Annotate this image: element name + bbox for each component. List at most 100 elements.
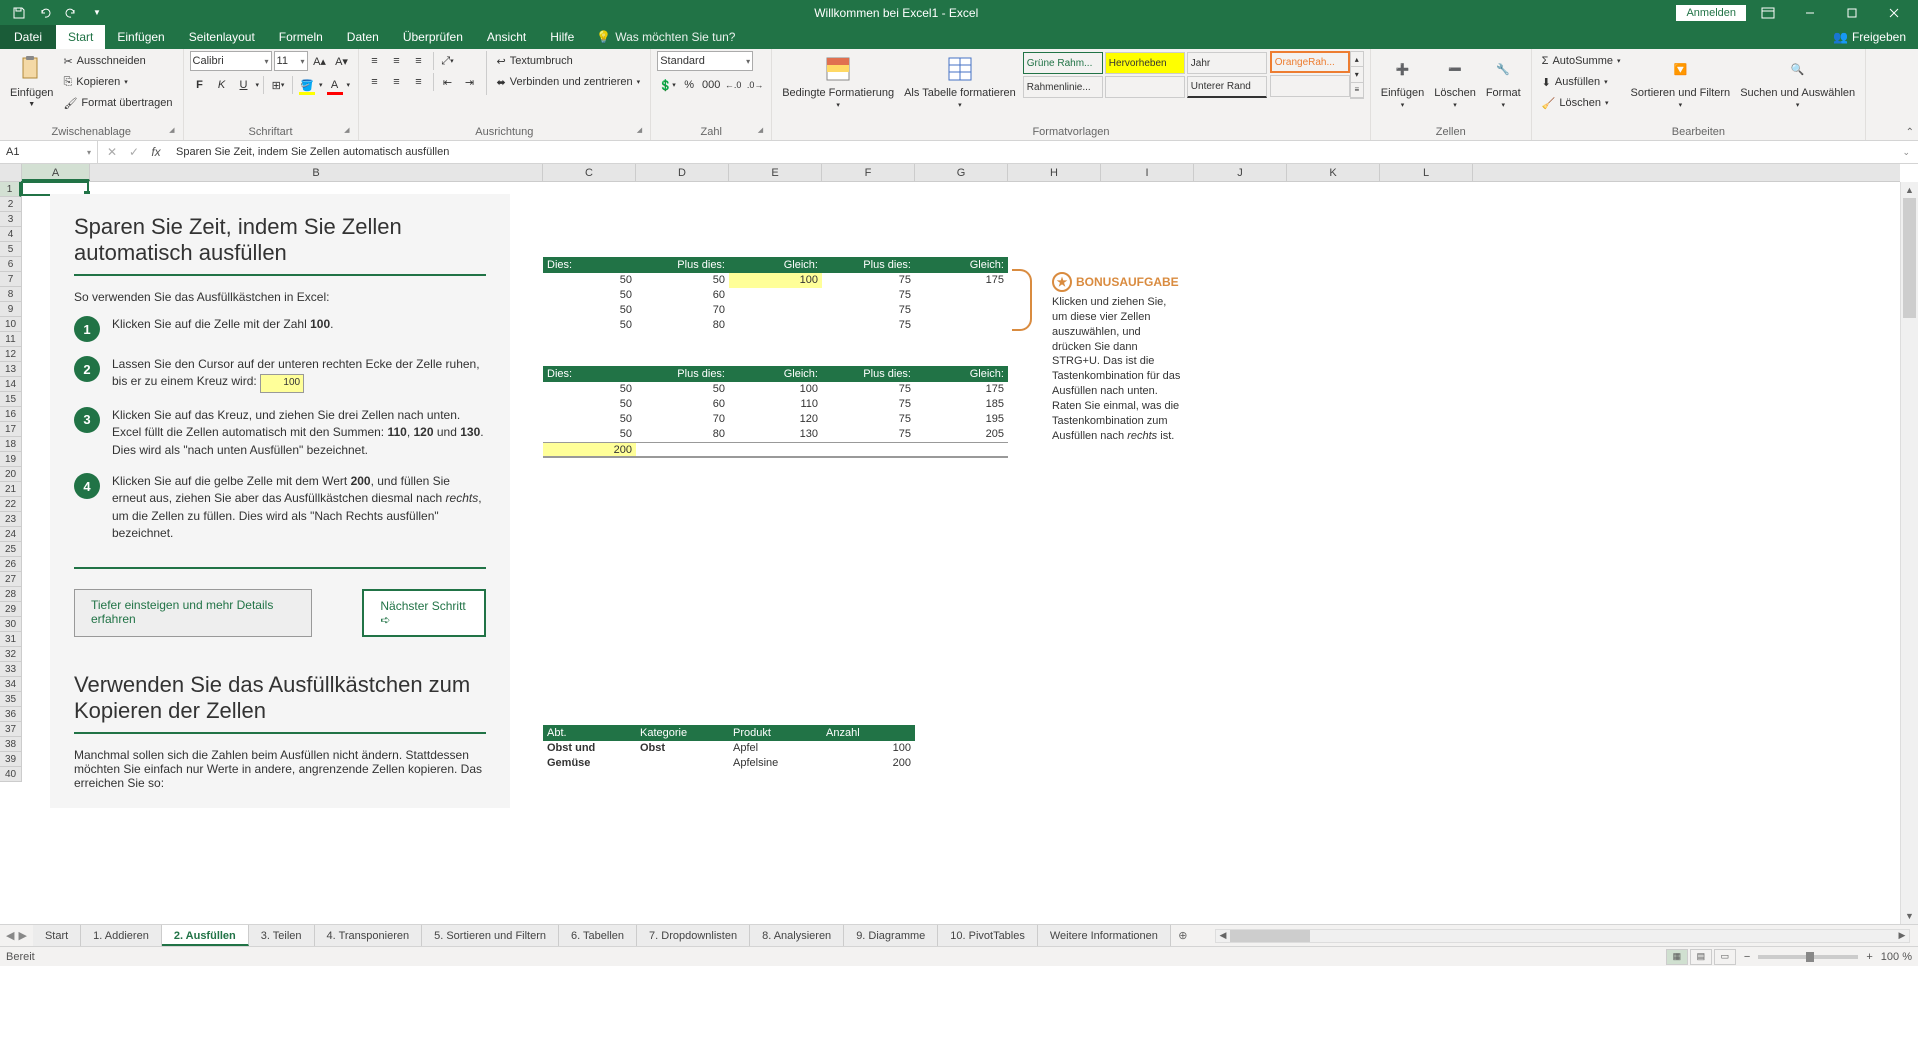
maximize-icon[interactable] (1832, 0, 1872, 25)
align-right-button[interactable]: ≡ (409, 72, 429, 92)
row-header[interactable]: 23 (0, 512, 21, 527)
orientation-button[interactable]: ⤢▾ (438, 51, 458, 71)
zoom-slider[interactable] (1758, 955, 1858, 959)
sheet-tab[interactable]: 1. Addieren (81, 925, 162, 946)
share-button[interactable]: 👥 Freigeben (1821, 30, 1918, 44)
tab-view[interactable]: Ansicht (475, 25, 538, 49)
save-icon[interactable] (8, 2, 30, 24)
zoom-level[interactable]: 100 % (1881, 951, 1912, 963)
fx-icon[interactable]: fx (146, 145, 166, 159)
merge-center-button[interactable]: ⬌Verbinden und zentrieren▾ (493, 72, 645, 92)
tab-review[interactable]: Überprüfen (391, 25, 475, 49)
row-header[interactable]: 38 (0, 737, 21, 752)
col-header[interactable]: A (22, 164, 90, 181)
ribbon-display-icon[interactable] (1748, 0, 1788, 25)
row-header[interactable]: 3 (0, 212, 21, 227)
normal-view-button[interactable]: ▦ (1666, 949, 1688, 965)
fill-button[interactable]: ⬇Ausfüllen▾ (1538, 72, 1625, 92)
sheet-tab[interactable]: 4. Transponieren (315, 925, 423, 946)
wrap-text-button[interactable]: ↩Textumbruch (493, 51, 645, 71)
row-header[interactable]: 5 (0, 242, 21, 257)
dive-deeper-button[interactable]: Tiefer einsteigen und mehr Details erfah… (74, 589, 312, 637)
clear-button[interactable]: 🧹Löschen▾ (1538, 93, 1625, 113)
sheet-tab[interactable]: 5. Sortieren und Filtern (422, 925, 559, 946)
tab-formulas[interactable]: Formeln (267, 25, 335, 49)
conditional-formatting-button[interactable]: Bedingte Formatierung▾ (778, 51, 898, 111)
name-box[interactable]: A1▾ (0, 141, 98, 163)
sheet-tab[interactable]: 2. Ausfüllen (162, 925, 249, 946)
page-break-view-button[interactable]: ▭ (1714, 949, 1736, 965)
align-top-button[interactable]: ≡ (365, 51, 385, 71)
sheet-tab[interactable]: 3. Teilen (249, 925, 315, 946)
row-header[interactable]: 36 (0, 707, 21, 722)
italic-button[interactable]: K (212, 75, 232, 95)
row-header[interactable]: 7 (0, 272, 21, 287)
horizontal-scrollbar[interactable]: ◀▶ (1215, 929, 1910, 943)
shrink-font-button[interactable]: A▾ (332, 51, 352, 71)
practice-table-2[interactable]: Dies: Plus dies: Gleich: Plus dies: Glei… (543, 366, 1008, 457)
sort-filter-button[interactable]: 🔽Sortieren und Filtern▾ (1627, 51, 1735, 111)
row-header[interactable]: 25 (0, 542, 21, 557)
bold-button[interactable]: F (190, 75, 210, 95)
insert-cells-button[interactable]: ➕Einfügen▾ (1377, 51, 1428, 111)
percent-button[interactable]: % (679, 75, 699, 95)
scroll-down-icon[interactable]: ▼ (1901, 908, 1918, 924)
zoom-out-button[interactable]: − (1744, 951, 1750, 963)
formula-bar[interactable]: Sparen Sie Zeit, indem Sie Zellen automa… (170, 146, 1894, 158)
col-header[interactable]: F (822, 164, 915, 181)
col-header[interactable]: D (636, 164, 729, 181)
row-header[interactable]: 12 (0, 347, 21, 362)
tab-insert[interactable]: Einfügen (105, 25, 176, 49)
row-header[interactable]: 1 (0, 182, 21, 197)
row-header[interactable]: 35 (0, 692, 21, 707)
row-header[interactable]: 27 (0, 572, 21, 587)
col-header[interactable]: H (1008, 164, 1101, 181)
paste-button[interactable]: Einfügen ▼ (6, 51, 57, 110)
row-header[interactable]: 13 (0, 362, 21, 377)
undo-icon[interactable] (34, 2, 56, 24)
sheet-tab[interactable]: 6. Tabellen (559, 925, 637, 946)
row-header[interactable]: 31 (0, 632, 21, 647)
minimize-icon[interactable] (1790, 0, 1830, 25)
tab-layout[interactable]: Seitenlayout (177, 25, 267, 49)
tab-help[interactable]: Hilfe (538, 25, 586, 49)
format-cells-button[interactable]: 🔧Format▾ (1482, 51, 1525, 111)
row-header[interactable]: 21 (0, 482, 21, 497)
col-header[interactable]: I (1101, 164, 1194, 181)
sheet-tab[interactable]: 10. PivotTables (938, 925, 1038, 946)
row-header[interactable]: 22 (0, 497, 21, 512)
row-header[interactable]: 32 (0, 647, 21, 662)
row-header[interactable]: 37 (0, 722, 21, 737)
align-bottom-button[interactable]: ≡ (409, 51, 429, 71)
tab-home[interactable]: Start (56, 25, 105, 49)
col-header[interactable]: B (90, 164, 543, 181)
col-header[interactable]: J (1194, 164, 1287, 181)
tell-me-search[interactable]: 💡 Was möchten Sie tun? (586, 30, 745, 44)
sheet-tab[interactable]: 7. Dropdownlisten (637, 925, 750, 946)
sheet-tab[interactable]: 8. Analysieren (750, 925, 844, 946)
col-header[interactable]: C (543, 164, 636, 181)
format-as-table-button[interactable]: Als Tabelle formatieren▾ (900, 51, 1020, 111)
align-left-button[interactable]: ≡ (365, 72, 385, 92)
font-size-combo[interactable]: 11▾ (274, 51, 308, 71)
sheet-tab[interactable]: Weitere Informationen (1038, 925, 1171, 946)
row-header[interactable]: 28 (0, 587, 21, 602)
autosum-button[interactable]: ΣAutoSumme▾ (1538, 51, 1625, 71)
increase-indent-button[interactable]: ⇥ (460, 72, 480, 92)
cut-button[interactable]: ✂Ausschneiden (59, 51, 176, 71)
expand-formula-bar[interactable]: ⌄ (1894, 147, 1918, 158)
row-header[interactable]: 9 (0, 302, 21, 317)
row-header[interactable]: 39 (0, 752, 21, 767)
row-header[interactable]: 10 (0, 317, 21, 332)
row-header[interactable]: 40 (0, 767, 21, 782)
page-layout-view-button[interactable]: ▤ (1690, 949, 1712, 965)
row-header[interactable]: 16 (0, 407, 21, 422)
vertical-scrollbar[interactable]: ▲ ▼ (1900, 182, 1918, 924)
decrease-indent-button[interactable]: ⇤ (438, 72, 458, 92)
row-header[interactable]: 2 (0, 197, 21, 212)
row-header[interactable]: 6 (0, 257, 21, 272)
row-header[interactable]: 17 (0, 422, 21, 437)
row-header[interactable]: 4 (0, 227, 21, 242)
tab-file[interactable]: Datei (0, 25, 56, 49)
row-header[interactable]: 30 (0, 617, 21, 632)
